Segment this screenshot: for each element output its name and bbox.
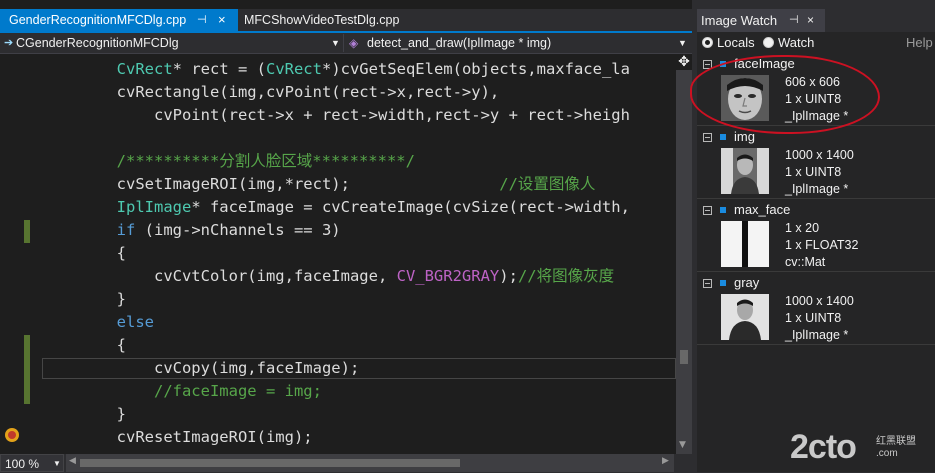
watch-label[interactable]: Watch — [778, 34, 814, 52]
editor-bottom-bar: 100 % ▼ ◀ ▶ — [0, 454, 692, 472]
code-line: cvSetImageROI(img,*rect); //设置图像人 — [42, 175, 596, 193]
scrollbar-thumb[interactable] — [680, 350, 688, 364]
matrix-thumbnail[interactable] — [721, 221, 769, 267]
collapse-icon[interactable] — [703, 206, 712, 215]
change-marker — [24, 220, 30, 243]
locals-radio[interactable] — [702, 37, 713, 48]
watermark-subtitle: 红黑联盟 .com — [876, 436, 916, 459]
code-line: } — [42, 290, 126, 308]
entry-info: 1 x 20 1 x FLOAT32 cv::Mat — [785, 220, 858, 271]
entry-channels: 1 x UINT8 — [785, 311, 842, 325]
watch-entry-max-face[interactable]: max_face 1 x 20 1 x FLOAT32 cv::Mat — [697, 202, 935, 272]
pin-icon[interactable]: ⊣ — [197, 9, 207, 31]
code-line: IplImage* faceImage = cvCreateImage(cvSi… — [116, 198, 630, 216]
navigation-bar: ➔ CGenderRecognitionMFCDlg ▼ ◈ detect_an… — [0, 33, 692, 54]
class-icon: ➔ — [4, 37, 14, 49]
image-watch-tab[interactable]: Image Watch ⊣ × — [697, 9, 825, 32]
code-line: CvRect* rect = (CvRect*)cvGetSeqElem(obj… — [116, 60, 630, 78]
code-line: if (img->nChannels == 3) — [116, 221, 341, 239]
code-line: /**********分割人脸区域**********/ — [116, 152, 415, 170]
scroll-right-icon[interactable]: ▶ — [662, 456, 669, 466]
scroll-left-icon[interactable]: ◀ — [69, 456, 76, 466]
code-line: { — [42, 336, 126, 354]
function-scope-label: detect_and_draw(IplImage * img) — [367, 36, 552, 50]
panel-title: Image Watch — [701, 13, 778, 28]
watch-entry-gray[interactable]: gray 1000 x 1400 1 x UINT8 _IplImage * — [697, 275, 935, 345]
code-line: cvPoint(rect->x + rect->width,rect->y + … — [42, 106, 630, 124]
image-type-icon — [720, 134, 726, 140]
site-watermark: 2cto 红黑联盟 .com — [790, 428, 930, 468]
collapse-icon[interactable] — [703, 279, 712, 288]
change-marker — [24, 335, 30, 404]
entry-info: 1000 x 1400 1 x UINT8 _IplImage * — [785, 293, 854, 344]
code-line: { — [42, 244, 126, 262]
scrollbar-thumb[interactable] — [80, 459, 460, 467]
vertical-scrollbar[interactable]: ▼ — [676, 54, 692, 454]
entry-channels: 1 x UINT8 — [785, 165, 842, 179]
zoom-level: 100 % — [5, 457, 40, 471]
code-line: cvCvtColor(img,faceImage, CV_BGR2GRAY);/… — [42, 267, 615, 285]
class-scope-label: CGenderRecognitionMFCDlg — [16, 36, 179, 50]
portrait-thumbnail[interactable] — [721, 148, 769, 194]
method-icon: ◈ — [349, 36, 359, 50]
locals-label[interactable]: Locals — [717, 34, 755, 52]
entry-size: 1000 x 1400 — [785, 294, 854, 308]
entry-channels: 1 x FLOAT32 — [785, 238, 859, 252]
pin-icon[interactable]: ⊣ — [789, 9, 799, 32]
tab-label: MFCShowVideoTestDlg.cpp — [244, 13, 400, 27]
chevron-down-icon: ▼ — [53, 459, 61, 468]
class-scope-dropdown[interactable]: ➔ CGenderRecognitionMFCDlg ▼ — [0, 34, 344, 52]
zoom-dropdown[interactable]: 100 % ▼ — [0, 454, 64, 472]
entry-type: cv::Mat — [785, 255, 826, 269]
red-annotation-circle — [690, 55, 880, 134]
help-link[interactable]: Help — [906, 34, 933, 52]
portrait-thumbnail[interactable] — [721, 294, 769, 340]
code-line: else — [116, 313, 154, 331]
view-mode-options: Locals Watch Help — [697, 34, 935, 52]
function-scope-dropdown[interactable]: ◈ detect_and_draw(IplImage * img) ▼ — [345, 34, 687, 52]
code-line: } — [42, 405, 126, 423]
code-line: cvRectangle(img,cvPoint(rect->x,rect->y)… — [42, 83, 500, 101]
image-type-icon — [720, 207, 726, 213]
tab-gender-recognition-dlg[interactable]: GenderRecognitionMFCDlg.cpp ⊣ × — [0, 9, 238, 31]
close-icon[interactable]: × — [807, 9, 814, 32]
entry-size: 1000 x 1400 — [785, 148, 854, 162]
code-editor: GenderRecognitionMFCDlg.cpp ⊣ × MFCShowV… — [0, 0, 692, 472]
watermark-logo: 2cto — [790, 428, 857, 466]
entry-size: 1 x 20 — [785, 221, 820, 235]
tab-label: GenderRecognitionMFCDlg.cpp — [9, 13, 187, 27]
current-statement-breakpoint-icon[interactable] — [5, 428, 19, 442]
split-window-icon[interactable]: ✥ — [676, 54, 692, 70]
watch-radio[interactable] — [763, 37, 774, 48]
watch-entry-img[interactable]: img 1000 x 1400 1 x UINT8 _IplImage * — [697, 129, 935, 199]
code-area[interactable]: CvRect* rect = (CvRect*)cvGetSeqElem(obj… — [42, 58, 676, 454]
chevron-down-icon: ▼ — [678, 38, 687, 48]
close-icon[interactable]: × — [218, 9, 226, 31]
tab-show-video-dlg[interactable]: MFCShowVideoTestDlg.cpp — [238, 9, 418, 31]
code-line: cvCopy(img,faceImage); — [42, 359, 360, 377]
entry-info: 1000 x 1400 1 x UINT8 _IplImage * — [785, 147, 854, 198]
scroll-down-icon[interactable]: ▼ — [679, 440, 686, 450]
code-line: //faceImage = img; — [153, 382, 322, 400]
horizontal-scrollbar[interactable]: ◀ ▶ — [66, 454, 674, 472]
collapse-icon[interactable] — [703, 133, 712, 142]
code-line: cvResetImageROI(img); — [42, 428, 313, 446]
image-type-icon — [720, 280, 726, 286]
chevron-down-icon: ▼ — [331, 38, 340, 48]
entry-type: _IplImage * — [785, 328, 849, 342]
entry-type: _IplImage * — [785, 182, 849, 196]
entry-name: max_face — [734, 202, 791, 217]
document-tab-bar: GenderRecognitionMFCDlg.cpp ⊣ × MFCShowV… — [0, 9, 692, 31]
editor-gutter[interactable] — [0, 54, 38, 454]
entry-name: gray — [734, 275, 760, 290]
